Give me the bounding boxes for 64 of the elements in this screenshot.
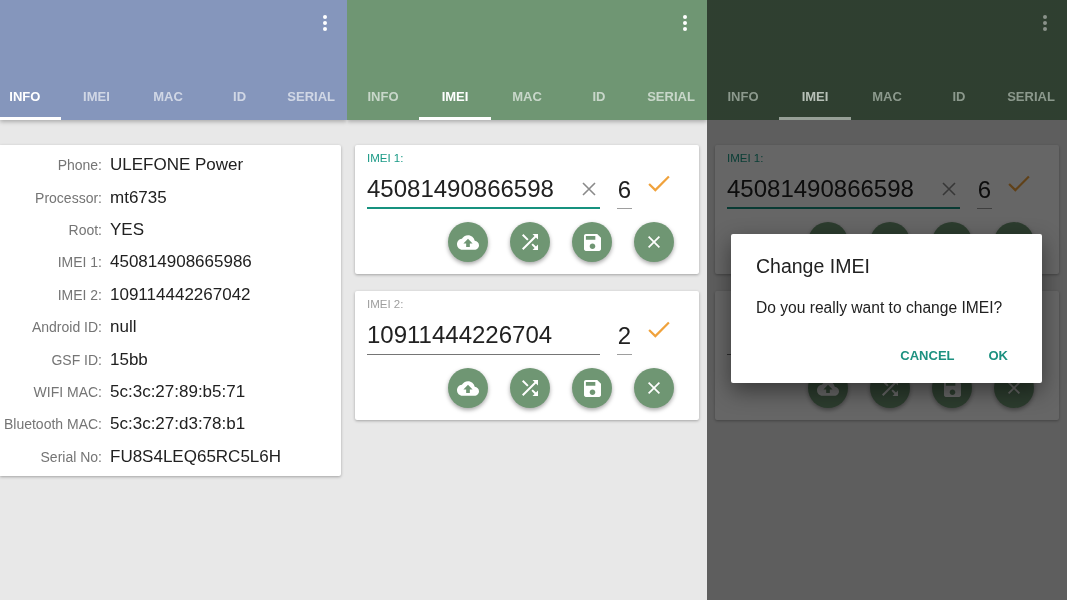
field-label: Processor:: [35, 189, 102, 206]
field-value: 450814908665986: [110, 252, 252, 273]
field-label: GSF ID:: [51, 351, 102, 368]
tab[interactable]: SERIAL: [635, 72, 707, 120]
field-value: 5c:3c:27:89:b5:71: [110, 381, 246, 402]
check-icon[interactable]: [648, 175, 670, 192]
clear-icon[interactable]: [581, 181, 597, 197]
field-label: Serial No:: [40, 448, 102, 465]
field-label: Phone:: [57, 157, 102, 174]
check-digit-field[interactable]: 2: [617, 318, 632, 355]
save-icon: [583, 233, 601, 251]
save-icon: [583, 379, 601, 397]
field-label: IMEI 1:: [367, 152, 404, 165]
field-value: mt6735: [110, 187, 167, 208]
tab[interactable]: INFO: [707, 72, 779, 120]
imei-field[interactable]: 45081490866598: [727, 171, 960, 209]
imei-field[interactable]: 10911444226704: [367, 317, 600, 355]
check-digit-field[interactable]: 6: [977, 172, 992, 209]
tab[interactable]: MAC: [132, 72, 204, 120]
imei-field[interactable]: 45081490866598: [367, 171, 600, 209]
tab[interactable]: SERIAL: [995, 72, 1067, 120]
field-label: IMEI 2:: [57, 286, 102, 303]
tab[interactable]: IMEI: [419, 72, 491, 120]
field-value: 15bb: [110, 349, 148, 370]
tab[interactable]: ID: [203, 72, 276, 120]
tab[interactable]: ID: [563, 72, 635, 120]
cloud-upload-icon: [457, 380, 479, 396]
cloud-upload-icon: [457, 234, 479, 250]
field-label: WIFI MAC:: [33, 383, 102, 400]
check-digit-field[interactable]: 6: [617, 172, 632, 209]
field-value: 5c:3c:27:d3:78:b1: [110, 414, 246, 435]
tab[interactable]: MAC: [491, 72, 563, 120]
clear-icon[interactable]: [941, 181, 957, 197]
field-value: null: [110, 317, 137, 338]
more-icon[interactable]: [683, 15, 687, 31]
dialog-button[interactable]: CANCEL: [892, 338, 963, 372]
field-value: YES: [110, 219, 145, 240]
field-label: IMEI 2:: [367, 298, 404, 311]
field-value: ULEFONE Power: [110, 155, 244, 176]
field-label: IMEI 1:: [57, 254, 102, 271]
field-label: Root:: [68, 221, 102, 238]
tab[interactable]: INFO: [0, 72, 61, 120]
shuffle-icon: [522, 234, 538, 250]
dialog-button[interactable]: OK: [980, 338, 1016, 372]
dialog-message: Do you really want to change IMEI?: [756, 298, 1003, 318]
check-icon[interactable]: [648, 321, 670, 338]
tab[interactable]: MAC: [851, 72, 923, 120]
field-label: IMEI 1:: [727, 152, 764, 165]
tab[interactable]: ID: [923, 72, 995, 120]
tab[interactable]: SERIAL: [275, 72, 347, 120]
field-value: 109114442267042: [110, 284, 251, 305]
shuffle-icon: [522, 380, 538, 396]
check-icon[interactable]: [1008, 175, 1030, 192]
close-icon: [648, 382, 660, 394]
tab[interactable]: INFO: [347, 72, 419, 120]
close-icon: [648, 236, 660, 248]
field-value: FU8S4LEQ65RC5L6H: [110, 446, 282, 467]
tab[interactable]: IMEI: [60, 72, 133, 120]
dialog-title: Change IMEI: [756, 254, 870, 278]
field-label: Android ID:: [31, 319, 102, 336]
more-icon[interactable]: [1043, 15, 1047, 31]
tab[interactable]: IMEI: [779, 72, 851, 120]
more-icon[interactable]: [323, 15, 327, 31]
field-label: Bluetooth MAC:: [3, 416, 102, 433]
